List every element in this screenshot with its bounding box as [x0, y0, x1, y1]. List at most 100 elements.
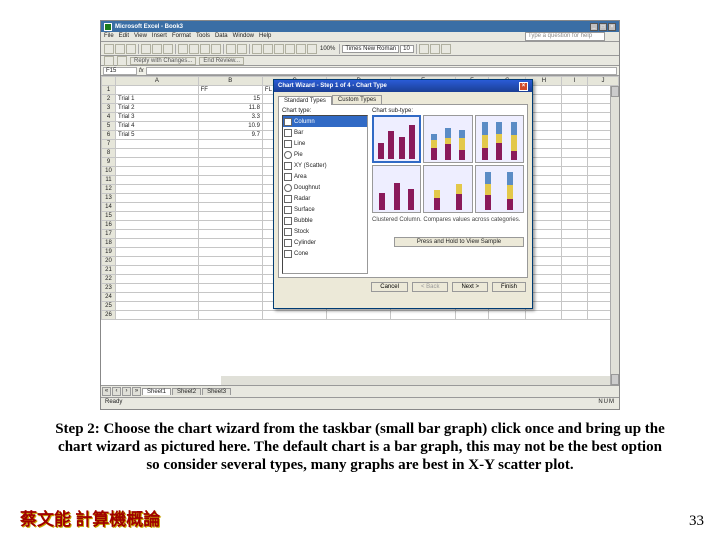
- press-hold-sample-button[interactable]: Press and Hold to View Sample: [394, 237, 524, 247]
- menu-file[interactable]: File: [104, 33, 114, 40]
- maximize-button[interactable]: □: [599, 23, 607, 31]
- row-header[interactable]: 16: [102, 221, 116, 230]
- hyperlink-icon[interactable]: [252, 44, 262, 54]
- menu-insert[interactable]: Insert: [152, 33, 167, 40]
- chart-type-cone[interactable]: Cone: [283, 248, 367, 259]
- chart-type-pie[interactable]: Pie: [283, 149, 367, 160]
- tab-last-icon[interactable]: »: [132, 387, 141, 396]
- chart-type-cylinder[interactable]: Cylinder: [283, 237, 367, 248]
- formula-input[interactable]: [146, 67, 617, 75]
- chart-type-line[interactable]: Line: [283, 138, 367, 149]
- row-header[interactable]: 10: [102, 167, 116, 176]
- subtype-3d-100pct-stacked-column[interactable]: [475, 165, 524, 213]
- row-header[interactable]: 22: [102, 275, 116, 284]
- menu-format[interactable]: Format: [172, 33, 191, 40]
- reply-changes-button[interactable]: Reply with Changes...: [130, 57, 196, 65]
- row-header[interactable]: 24: [102, 293, 116, 302]
- row-header[interactable]: 17: [102, 230, 116, 239]
- row-header[interactable]: 18: [102, 239, 116, 248]
- font-name-box[interactable]: Times New Roman: [342, 45, 399, 53]
- new-icon[interactable]: [104, 44, 114, 54]
- subtype-stacked-column[interactable]: [423, 115, 472, 163]
- font-size-box[interactable]: 10: [400, 45, 414, 53]
- tab-standard-types[interactable]: Standard Types: [278, 96, 332, 105]
- mail-icon[interactable]: [104, 56, 114, 66]
- name-box[interactable]: F15: [103, 67, 137, 75]
- redo-icon[interactable]: [237, 44, 247, 54]
- row-header[interactable]: 8: [102, 149, 116, 158]
- spellcheck-icon[interactable]: [163, 44, 173, 54]
- row-header[interactable]: 9: [102, 158, 116, 167]
- fx-icon[interactable]: fx: [139, 68, 144, 74]
- italic-icon[interactable]: [430, 44, 440, 54]
- row-header[interactable]: 3: [102, 104, 116, 113]
- chart-type-column[interactable]: Column: [283, 116, 367, 127]
- chart-type-bar[interactable]: Bar: [283, 127, 367, 138]
- sort-desc-icon[interactable]: [285, 44, 295, 54]
- col-header[interactable]: B: [198, 77, 262, 86]
- chart-type-surface[interactable]: Surface: [283, 204, 367, 215]
- row-header[interactable]: 4: [102, 113, 116, 122]
- sort-asc-icon[interactable]: [274, 44, 284, 54]
- chart-type-radar[interactable]: Radar: [283, 193, 367, 204]
- row-header[interactable]: 2: [102, 95, 116, 104]
- select-all-corner[interactable]: [102, 77, 116, 86]
- mail-recipient-icon[interactable]: [117, 56, 127, 66]
- autosum-icon[interactable]: [263, 44, 273, 54]
- row-header[interactable]: 23: [102, 284, 116, 293]
- row-header[interactable]: 26: [102, 311, 116, 320]
- next-button[interactable]: Next >: [452, 282, 488, 292]
- open-icon[interactable]: [115, 44, 125, 54]
- menu-tools[interactable]: Tools: [196, 33, 210, 40]
- preview-icon[interactable]: [152, 44, 162, 54]
- row-header[interactable]: 5: [102, 122, 116, 131]
- format-painter-icon[interactable]: [211, 44, 221, 54]
- row-header[interactable]: 25: [102, 302, 116, 311]
- menu-edit[interactable]: Edit: [119, 33, 129, 40]
- row-header[interactable]: 20: [102, 257, 116, 266]
- paste-icon[interactable]: [200, 44, 210, 54]
- row-header[interactable]: 7: [102, 140, 116, 149]
- chart-wizard-icon[interactable]: [296, 44, 306, 54]
- cancel-button[interactable]: Cancel: [371, 282, 408, 292]
- underline-icon[interactable]: [441, 44, 451, 54]
- chart-type-stock[interactable]: Stock: [283, 226, 367, 237]
- row-header[interactable]: 15: [102, 212, 116, 221]
- horizontal-scrollbar[interactable]: [221, 376, 610, 385]
- tab-custom-types[interactable]: Custom Types: [332, 95, 382, 104]
- back-button[interactable]: < Back: [412, 282, 449, 292]
- wizard-close-button[interactable]: ×: [519, 82, 528, 91]
- tab-next-icon[interactable]: ›: [122, 387, 131, 396]
- finish-button[interactable]: Finish: [492, 282, 526, 292]
- sheet-tab-1[interactable]: Sheet1: [142, 388, 171, 395]
- row-header[interactable]: 19: [102, 248, 116, 257]
- end-review-button[interactable]: End Review...: [199, 57, 244, 65]
- subtype-3d-stacked-column[interactable]: [423, 165, 472, 213]
- col-header[interactable]: I: [562, 77, 588, 86]
- tab-prev-icon[interactable]: ‹: [112, 387, 121, 396]
- row-header[interactable]: 6: [102, 131, 116, 140]
- subtype-3d-clustered-column[interactable]: [372, 165, 421, 213]
- row-header[interactable]: 21: [102, 266, 116, 275]
- menu-data[interactable]: Data: [215, 33, 228, 40]
- sheet-tab-2[interactable]: Sheet2: [172, 388, 201, 395]
- zoom-box[interactable]: 100%: [318, 46, 337, 52]
- row-header[interactable]: 14: [102, 203, 116, 212]
- col-header[interactable]: J: [588, 77, 619, 86]
- chart-type-list[interactable]: Column Bar Line Pie XY (Scatter) Area Do…: [282, 115, 368, 274]
- sheet-tab-3[interactable]: Sheet3: [202, 388, 231, 395]
- subtype-100pct-stacked-column[interactable]: [475, 115, 524, 163]
- menu-window[interactable]: Window: [233, 33, 254, 40]
- row-header[interactable]: 1: [102, 86, 116, 95]
- chart-type-xy[interactable]: XY (Scatter): [283, 160, 367, 171]
- chart-type-bubble[interactable]: Bubble: [283, 215, 367, 226]
- menu-help[interactable]: Help: [259, 33, 271, 40]
- copy-icon[interactable]: [189, 44, 199, 54]
- menu-view[interactable]: View: [134, 33, 147, 40]
- bold-icon[interactable]: [419, 44, 429, 54]
- undo-icon[interactable]: [226, 44, 236, 54]
- row-header[interactable]: 13: [102, 194, 116, 203]
- close-button[interactable]: ×: [608, 23, 616, 31]
- vertical-scrollbar[interactable]: [610, 86, 619, 385]
- row-header[interactable]: 12: [102, 185, 116, 194]
